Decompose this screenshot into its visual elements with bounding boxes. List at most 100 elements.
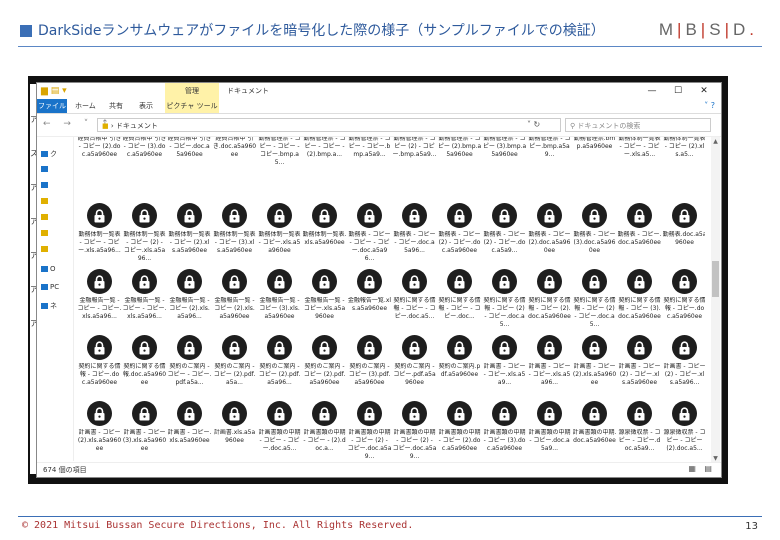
view-mode-icons[interactable]: ▦ ▤	[688, 464, 715, 473]
file-item[interactable]: 契約のご案内 - コピー.pdf.a5a960ee	[392, 333, 437, 399]
file-item[interactable]: 金融報告一覧 - コピー - コピー.xls.a5a96...	[77, 267, 122, 333]
search-box[interactable]: ⚲ ドキュメントの検索	[565, 118, 711, 132]
file-item[interactable]: 金融報告一覧.xls.a5a960ee	[347, 267, 392, 333]
file-item[interactable]: 金融報告一覧 - コピー.xls.a5a960ee	[302, 267, 347, 333]
file-item[interactable]: 契約に関する情報 - コピー.doc.a5a960ee	[662, 267, 705, 333]
tab-file[interactable]: ファイル	[37, 99, 67, 113]
nav-item[interactable]	[41, 213, 50, 221]
nav-item[interactable]	[41, 197, 50, 205]
nav-item[interactable]: ク	[41, 149, 57, 159]
file-item[interactable]: 勤務表 - コピー - コピー.doc.a5a96...	[392, 201, 437, 267]
file-item[interactable]: 勤務管理票.bmp.a5a960ee	[572, 137, 617, 201]
file-item[interactable]: 金融報告一覧 - コピー (2).xls.a5a960ee	[212, 267, 257, 333]
file-item[interactable]: 勤務体制一覧表 - コピー - コピー.xls.a5a96...	[77, 201, 122, 267]
file-item[interactable]: 勤務管理票 - コピー.bmp.a5a9...	[527, 137, 572, 201]
file-item[interactable]: 契約のご案内 - コピー (2).pdf.a5a960ee	[302, 333, 347, 399]
file-item[interactable]: 勤務体制一覧表 - コピー (2).xls.a5...	[662, 137, 705, 201]
file-item[interactable]: 勤務管理票 - コピー - コピー - コピー.bmp.a5...	[257, 137, 302, 201]
file-item[interactable]: 勤務体制一覧表 - コピー.xls.a5a960ee	[257, 201, 302, 267]
file-item[interactable]: 金融報告一覧 - コピー - コピー.xls.a5a96...	[122, 267, 167, 333]
file-item[interactable]: 勤務表 - コピー (2) - コピー.doc.a5a9...	[482, 201, 527, 267]
tab-home[interactable]: ホーム	[75, 99, 96, 113]
address-bar[interactable]: ■ › ドキュメント	[97, 118, 561, 132]
file-item[interactable]: 勤務管理票 - コピー - コピー.bmp.a5a9...	[347, 137, 392, 201]
minimize-button[interactable]: —	[639, 83, 665, 99]
file-item[interactable]: 勤務管理票 - コピー (3).bmp.a5a960ee	[482, 137, 527, 201]
file-item[interactable]: 計画書類の中期 - コピー - コピー.doc.a5...	[257, 399, 302, 463]
tab-share[interactable]: 共有	[109, 99, 123, 113]
file-item[interactable]: 経費台帳中 引き.doc.a5a960ee	[212, 137, 257, 201]
scroll-up-icon[interactable]: ▲	[711, 138, 720, 145]
file-item[interactable]: 経費台帳中 引き - コピー.doc.a5a960ee	[167, 137, 212, 201]
file-item[interactable]: 勤務表 - コピー - コピー - コピー.doc.a5a96...	[347, 201, 392, 267]
file-item[interactable]: 勤務体制一覧表 - コピー (2) - コピー.xls.a5a96...	[122, 201, 167, 267]
file-item[interactable]: 計画書類の中期 - コピー.doc.a5a9...	[527, 399, 572, 463]
file-item[interactable]: 勤務表 - コピー (3).doc.a5a960ee	[572, 201, 617, 267]
file-item[interactable]: 契約のご案内 - コピー - コピー.pdf.a5a...	[167, 333, 212, 399]
file-item[interactable]: 契約のご案内 - コピー (2).pdf.a5a96...	[257, 333, 302, 399]
nav-item[interactable]	[41, 229, 50, 237]
file-item[interactable]: 契約に関する情報.doc.a5a960ee	[122, 333, 167, 399]
file-item[interactable]: 計画書 - コピー.xls.a5a960ee	[167, 399, 212, 463]
file-item[interactable]: 金融報告一覧 - コピー (2).xls.a5a96...	[167, 267, 212, 333]
file-item[interactable]: 計画書 - コピー (2).xls.a5a960ee	[77, 399, 122, 463]
file-item[interactable]: 勤務体制一覧表.xls.a5a960ee	[302, 201, 347, 267]
file-item[interactable]: 計画書類の中期 - コピー (2) - コピー.doc.a5a9...	[347, 399, 392, 463]
close-button[interactable]: ✕	[691, 83, 717, 99]
refresh-icon[interactable]: ˅ ↻	[527, 118, 540, 132]
nav-item[interactable]	[41, 165, 50, 173]
file-item[interactable]: 勤務表 - コピー.doc.a5a960ee	[617, 201, 662, 267]
file-item[interactable]: 計画書 - コピー (3).xls.a5a960ee	[122, 399, 167, 463]
file-item[interactable]: 計画書 - コピー - コピー.xls.a5a96...	[527, 333, 572, 399]
nav-item[interactable]: PC	[41, 283, 59, 291]
file-item[interactable]: 契約に関する情報 - コピー (2) - コピー.doc.a5...	[482, 267, 527, 333]
tab-picture-tools[interactable]: ピクチャ ツール	[165, 99, 219, 113]
quick-access-folder-icon[interactable]: ▆ ▤ ▾	[41, 86, 67, 96]
help-icon[interactable]: ˅ ?	[704, 101, 715, 110]
file-item[interactable]: 経費台帳中 引き - コピー (2).doc.a5a960ee	[77, 137, 122, 201]
file-item[interactable]: 契約に関する情報 - コピー (2).doc.a5a960ee	[527, 267, 572, 333]
file-item[interactable]: 計画書類の中期 - コピー (2).doc.a5a960ee	[437, 399, 482, 463]
context-tab-manage[interactable]: 管理	[165, 83, 219, 99]
tab-view[interactable]: 表示	[139, 99, 153, 113]
file-item[interactable]: 勤務体制一覧表 - コピー (3).xls.a5a960ee	[212, 201, 257, 267]
file-item[interactable]: 勤務管理票 - コピー (2) - コピー.bmp.a5a9...	[392, 137, 437, 201]
file-item[interactable]: 計画書類の中期.doc.a5a960ee	[572, 399, 617, 463]
file-item[interactable]: 契約に関する情報 - コピー (3).doc.a5a960ee	[617, 267, 662, 333]
file-item[interactable]: 勤務管理票 - コピー - コピー - (2).bmp.a...	[302, 137, 347, 201]
file-item[interactable]: 計画書類の中期 - コピー - (2).doc.a...	[302, 399, 347, 463]
file-item[interactable]: 計画書 - コピー (2).xls.a5a960ee	[572, 333, 617, 399]
file-item[interactable]: 勤務管理票 - コピー (2).bmp.a5a960ee	[437, 137, 482, 201]
file-item[interactable]: 経費台帳中 引き - コピー (3).doc.a5a960ee	[122, 137, 167, 201]
maximize-button[interactable]: ☐	[665, 83, 691, 99]
file-item[interactable]: 勤務体制一覧表 - コピー (2).xls.a5a960ee	[167, 201, 212, 267]
file-item[interactable]: 計画書 - コピー - コピー.xls.a5a9...	[482, 333, 527, 399]
vertical-scrollbar[interactable]: ▲ ▼	[711, 137, 720, 463]
file-item[interactable]: 契約のご案内.pdf.a5a960ee	[437, 333, 482, 399]
nav-item[interactable]	[41, 181, 50, 189]
nav-item[interactable]: O	[41, 265, 56, 273]
file-item[interactable]: 源泉徴収票 - コピー - コピー (2).doc.a5...	[662, 399, 705, 463]
file-item[interactable]: 勤務表 - コピー (2).doc.a5a960ee	[527, 201, 572, 267]
file-item[interactable]: 勤務表 - コピー (2) - コピー.doc.a5a960ee	[437, 201, 482, 267]
file-item[interactable]: 勤務体制一覧表 - コピー - コピー.xls.a5...	[617, 137, 662, 201]
file-item[interactable]: 計画書類の中期 - コピー (2) - コピー.doc.a5a9...	[392, 399, 437, 463]
file-item[interactable]: 勤務表.doc.a5a960ee	[662, 201, 705, 267]
scroll-thumb[interactable]	[712, 261, 719, 297]
file-item[interactable]: 計画書.xls.a5a960ee	[212, 399, 257, 463]
file-item[interactable]: 契約に関する情報 - コピー - コピー.doc...	[437, 267, 482, 333]
nav-item[interactable]: ネ	[41, 301, 57, 311]
copyright: © 2021 Mitsui Bussan Secure Directions, …	[22, 520, 414, 531]
file-item[interactable]: 契約のご案内 - コピー (3).pdf.a5a960ee	[347, 333, 392, 399]
file-item[interactable]: 契約に関する情報 - コピー (2) - コピー.doc.a5...	[572, 267, 617, 333]
file-item[interactable]: 契約に関する情報 - コピー - コピー.doc.a5...	[392, 267, 437, 333]
file-item[interactable]: 計画書類の中期 - コピー (3).doc.a5a960ee	[482, 399, 527, 463]
file-item[interactable]: 計画書 - コピー (2) - コピー.xls.a5a960ee	[617, 333, 662, 399]
file-item[interactable]: 源泉徴収票 - コピー - コピー.doc.a5a9...	[617, 399, 662, 463]
file-item[interactable]: 金融報告一覧 - コピー (3).xls.a5a960ee	[257, 267, 302, 333]
scroll-down-icon[interactable]: ▼	[711, 455, 720, 462]
nav-item[interactable]	[41, 245, 50, 253]
file-item[interactable]: 計画書 - コピー (2) - コピー.xls.a5a96...	[662, 333, 705, 399]
file-item[interactable]: 契約のご案内 - コピー (2).pdf.a5a...	[212, 333, 257, 399]
file-item[interactable]: 契約に関する情報 - コピー.doc.a5a960ee	[77, 333, 122, 399]
